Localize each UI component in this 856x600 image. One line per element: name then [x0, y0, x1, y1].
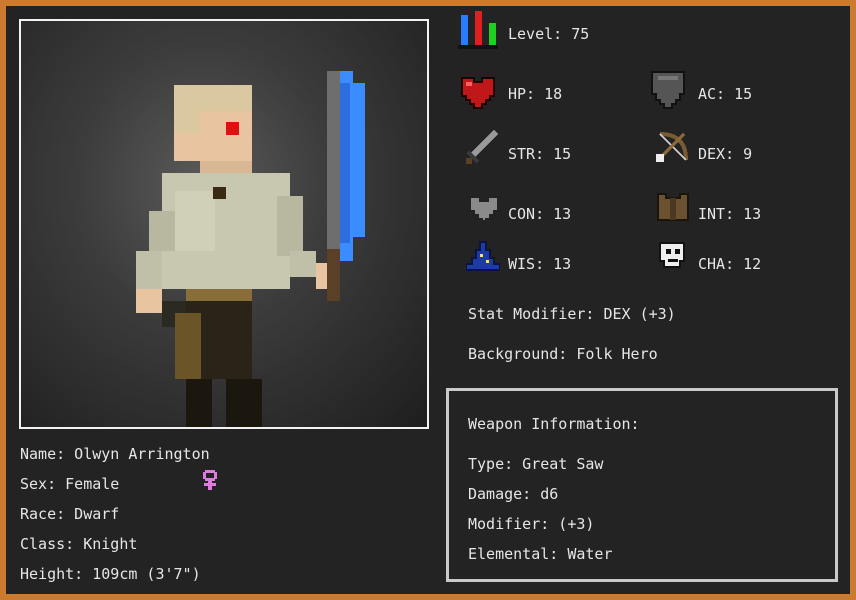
background: Background: Folk Hero: [468, 345, 658, 363]
shield-icon: [650, 70, 686, 115]
con-value: CON: 13: [508, 205, 572, 223]
level-bars-icon: [458, 11, 498, 54]
cha-value: CHA: 12: [698, 255, 762, 273]
character-name: Name: Olwyn Arrington: [20, 445, 210, 463]
int-value: INT: 13: [698, 205, 762, 223]
weapon-modifier: Modifier: (+3): [468, 515, 595, 533]
heart-icon: [458, 72, 498, 115]
armor-icon: [656, 190, 690, 229]
dex-value: DEX: 9: [698, 145, 753, 163]
level-value: Level: 75: [508, 25, 590, 43]
mask-icon: [656, 239, 690, 278]
gray-heart-icon: [468, 193, 500, 228]
female-symbol-icon: [202, 469, 218, 496]
ac-value: AC: 15: [698, 85, 753, 103]
wis-value: WIS: 13: [508, 255, 572, 273]
character-height: Height: 109cm (3'7"): [20, 565, 201, 583]
character-class: Class: Knight: [20, 535, 138, 553]
character-portrait: [19, 19, 429, 429]
character-sex: Sex: Female: [20, 475, 120, 493]
weapon-elemental: Elemental: Water: [468, 545, 613, 563]
hp-value: HP: 18: [508, 85, 563, 103]
stat-modifier: Stat Modifier: DEX (+3): [468, 305, 676, 323]
bow-icon: [656, 130, 690, 169]
character-race: Race: Dwarf: [20, 505, 120, 523]
wizard-hat-icon: [465, 240, 501, 277]
weapon-heading: Weapon Information:: [468, 415, 640, 433]
str-value: STR: 15: [508, 145, 572, 163]
sword-icon: [466, 129, 500, 169]
character-sprite: [136, 71, 365, 427]
weapon-damage: Damage: d6: [468, 485, 559, 503]
weapon-type: Type: Great Saw: [468, 455, 604, 473]
